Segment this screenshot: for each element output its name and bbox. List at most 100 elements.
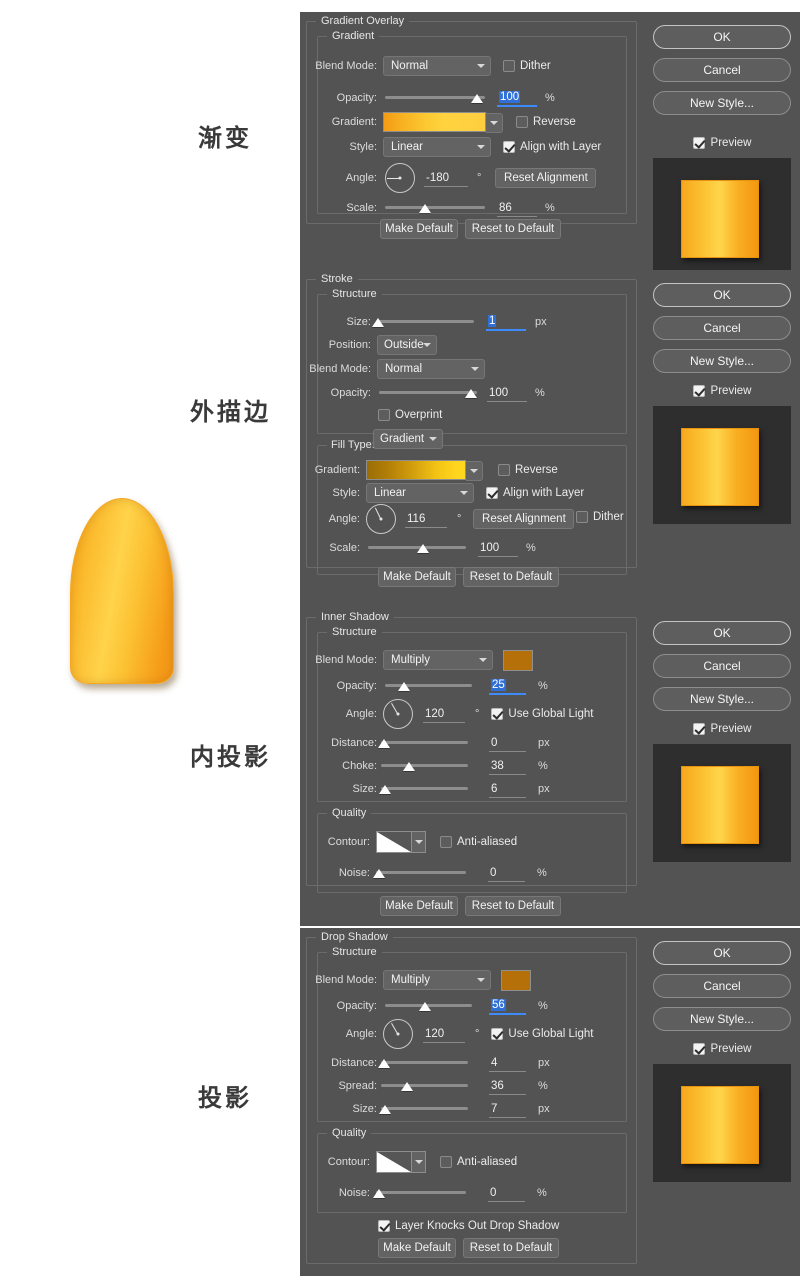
distance-input[interactable]: 0 <box>489 735 526 752</box>
dither-checkbox[interactable]: Dither <box>576 511 624 523</box>
gradient-picker-button[interactable] <box>486 113 503 133</box>
make-default-button[interactable]: Make Default <box>380 896 458 916</box>
size-input[interactable]: 7 <box>489 1101 526 1118</box>
choke-input[interactable]: 38 <box>489 758 526 775</box>
reverse-checkbox[interactable]: Reverse <box>498 464 558 476</box>
make-default-button[interactable]: Make Default <box>380 219 458 239</box>
blend-mode-select[interactable]: Multiply <box>383 650 493 670</box>
opacity-slider[interactable] <box>379 386 478 400</box>
reset-to-default-button[interactable]: Reset to Default <box>463 567 559 587</box>
style-select[interactable]: Linear <box>366 483 474 503</box>
align-with-layer-checkbox[interactable]: Align with Layer <box>503 141 601 153</box>
ok-button[interactable]: OK <box>653 941 791 965</box>
opacity-slider[interactable] <box>385 91 485 105</box>
cancel-button[interactable]: Cancel <box>653 316 791 340</box>
slider-knob[interactable] <box>402 762 415 771</box>
opacity-slider[interactable] <box>385 679 472 693</box>
slider-knob[interactable] <box>419 1002 432 1011</box>
angle-dial[interactable] <box>385 163 415 193</box>
spread-slider[interactable] <box>381 1079 468 1093</box>
size-slider[interactable] <box>379 782 468 796</box>
slider-knob[interactable] <box>379 1105 392 1114</box>
noise-slider[interactable] <box>372 866 466 880</box>
make-default-button[interactable]: Make Default <box>378 567 456 587</box>
reset-to-default-button[interactable]: Reset to Default <box>463 1238 559 1258</box>
align-with-layer-checkbox[interactable]: Align with Layer <box>486 487 584 499</box>
reset-to-default-button[interactable]: Reset to Default <box>465 896 561 916</box>
angle-input[interactable]: 120 <box>423 706 465 723</box>
new-style-button[interactable]: New Style... <box>653 91 791 115</box>
slider-knob[interactable] <box>465 389 478 398</box>
slider-knob[interactable] <box>377 1059 390 1068</box>
scale-slider[interactable] <box>368 541 466 555</box>
reset-alignment-button[interactable]: Reset Alignment <box>495 168 597 188</box>
position-select[interactable]: Outside <box>377 335 437 355</box>
preview-checkbox[interactable]: Preview <box>653 382 791 400</box>
distance-slider[interactable] <box>377 736 468 750</box>
cancel-button[interactable]: Cancel <box>653 58 791 82</box>
scale-slider[interactable] <box>385 201 485 215</box>
ok-button[interactable]: OK <box>653 25 791 49</box>
preview-checkbox[interactable]: Preview <box>653 720 791 738</box>
reverse-checkbox[interactable]: Reverse <box>516 116 576 128</box>
new-style-button[interactable]: New Style... <box>653 349 791 373</box>
dither-checkbox[interactable]: Dither <box>503 60 551 72</box>
gradient-preview-bar[interactable] <box>366 460 483 481</box>
opacity-input[interactable]: 25 <box>489 678 526 695</box>
preview-checkbox[interactable]: Preview <box>653 1040 791 1058</box>
ok-button[interactable]: OK <box>653 621 791 645</box>
opacity-input[interactable]: 56 <box>489 998 526 1015</box>
opacity-slider[interactable] <box>385 999 472 1013</box>
blend-mode-select[interactable]: Multiply <box>383 970 491 990</box>
noise-slider[interactable] <box>372 1186 466 1200</box>
angle-dial[interactable] <box>383 1019 413 1049</box>
slider-knob[interactable] <box>379 785 392 794</box>
contour-picker[interactable] <box>376 831 426 853</box>
new-style-button[interactable]: New Style... <box>653 687 791 711</box>
shadow-color-swatch[interactable] <box>501 969 531 991</box>
opacity-input[interactable]: 100 <box>487 385 527 402</box>
distance-slider[interactable] <box>377 1056 468 1070</box>
use-global-light-checkbox[interactable]: Use Global Light <box>491 708 593 720</box>
scale-input[interactable]: 100 <box>478 540 518 557</box>
blend-mode-select[interactable]: Normal <box>377 359 485 379</box>
make-default-button[interactable]: Make Default <box>378 1238 456 1258</box>
contour-picker[interactable] <box>376 1151 426 1173</box>
preview-checkbox[interactable]: Preview <box>653 134 791 152</box>
size-slider[interactable] <box>379 1102 468 1116</box>
opacity-input[interactable]: 100 <box>497 90 537 107</box>
cancel-button[interactable]: Cancel <box>653 974 791 998</box>
noise-input[interactable]: 0 <box>488 865 525 882</box>
angle-dial[interactable] <box>366 504 396 534</box>
angle-input[interactable]: 120 <box>423 1026 465 1043</box>
gradient-preview-bar[interactable] <box>383 112 503 133</box>
ok-button[interactable]: OK <box>653 283 791 307</box>
slider-knob[interactable] <box>401 1082 414 1091</box>
contour-dropdown-button[interactable] <box>412 831 426 853</box>
contour-preview[interactable] <box>376 1151 412 1173</box>
angle-dial[interactable] <box>383 699 413 729</box>
noise-input[interactable]: 0 <box>488 1185 525 1202</box>
style-select[interactable]: Linear <box>383 137 491 157</box>
slider-knob[interactable] <box>398 682 411 691</box>
gradient-picker-button[interactable] <box>466 461 483 481</box>
distance-input[interactable]: 4 <box>489 1055 526 1072</box>
slider-knob[interactable] <box>416 544 429 553</box>
cancel-button[interactable]: Cancel <box>653 654 791 678</box>
slider-knob[interactable] <box>372 869 385 878</box>
scale-input[interactable]: 86 <box>497 200 537 217</box>
reset-alignment-button[interactable]: Reset Alignment <box>473 509 575 529</box>
slider-knob[interactable] <box>471 94 483 103</box>
blend-mode-select[interactable]: Normal <box>383 56 491 76</box>
size-slider[interactable] <box>371 315 474 329</box>
anti-aliased-checkbox[interactable]: Anti-aliased <box>440 1156 517 1168</box>
size-input[interactable]: 1 <box>486 314 526 331</box>
slider-knob[interactable] <box>371 318 384 327</box>
shadow-color-swatch[interactable] <box>503 649 533 671</box>
slider-knob[interactable] <box>419 204 431 213</box>
new-style-button[interactable]: New Style... <box>653 1007 791 1031</box>
layer-knocks-out-checkbox[interactable]: Layer Knocks Out Drop Shadow <box>378 1220 559 1232</box>
angle-input[interactable]: 116 <box>405 511 447 528</box>
slider-knob[interactable] <box>377 739 390 748</box>
contour-dropdown-button[interactable] <box>412 1151 426 1173</box>
